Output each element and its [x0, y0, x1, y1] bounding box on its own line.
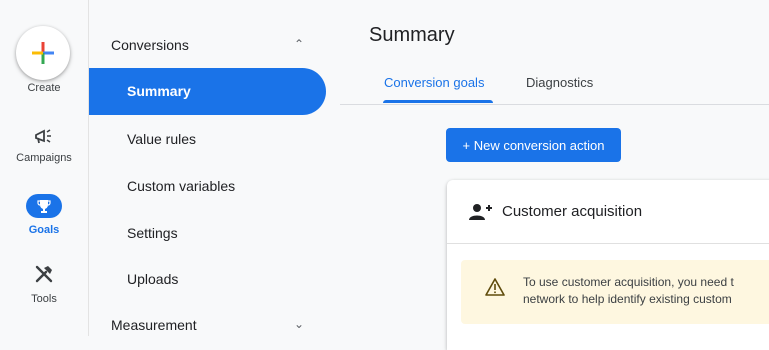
tools-rail-item[interactable]	[0, 264, 88, 284]
card-divider	[447, 243, 769, 244]
tab-diagnostics[interactable]: Diagnostics	[526, 75, 593, 90]
goals-rail-item[interactable]	[0, 194, 88, 218]
nav-item-summary-label: Summary	[127, 83, 191, 99]
tools-icon	[35, 265, 53, 283]
tabs-divider	[340, 104, 769, 105]
active-tab-indicator	[383, 100, 493, 103]
goals-label: Goals	[28, 224, 60, 236]
chevron-down-icon[interactable]: ⌄	[294, 317, 304, 331]
customer-acquisition-card: Customer acquisition To use customer acq…	[447, 180, 769, 350]
card-title: Customer acquisition	[502, 203, 643, 220]
campaigns-rail-item[interactable]	[0, 128, 88, 146]
tab-conversion-goals[interactable]: Conversion goals	[384, 75, 484, 90]
campaigns-label: Campaigns	[16, 152, 72, 164]
warning-icon	[485, 278, 505, 296]
nav-section-measurement[interactable]: Measurement	[111, 317, 197, 333]
nav-item-value-rules[interactable]: Value rules	[127, 131, 196, 147]
new-conversion-action-button[interactable]: + New conversion action	[446, 128, 621, 162]
trophy-icon	[37, 200, 51, 213]
nav-item-uploads[interactable]: Uploads	[127, 271, 178, 287]
warning-text: To use customer acquisition, you need t …	[523, 274, 734, 308]
warning-text-line2: network to help identify existing custom	[523, 292, 732, 306]
nav-item-settings[interactable]: Settings	[127, 225, 178, 241]
warning-text-line1: To use customer acquisition, you need t	[523, 275, 734, 289]
conversions-nav-panel: Conversions ⌃ Summary Value rules Custom…	[89, 0, 339, 336]
chevron-up-icon[interactable]: ⌃	[294, 37, 304, 51]
page-title: Summary	[369, 24, 455, 46]
main-content: Summary Conversion goals Diagnostics + N…	[340, 0, 769, 350]
nav-item-custom-variables[interactable]: Custom variables	[127, 178, 235, 194]
person-add-icon	[469, 204, 492, 220]
create-label: Create	[27, 82, 61, 94]
nav-item-summary[interactable]: Summary	[89, 68, 326, 115]
create-button[interactable]	[16, 26, 70, 80]
tools-label: Tools	[31, 293, 57, 305]
navigation-rail: Create Campaigns Goals Tools	[0, 0, 89, 336]
plus-icon	[32, 42, 54, 64]
nav-section-conversions[interactable]: Conversions	[111, 37, 189, 53]
warning-banner: To use customer acquisition, you need t …	[461, 260, 769, 324]
megaphone-icon	[35, 129, 51, 144]
